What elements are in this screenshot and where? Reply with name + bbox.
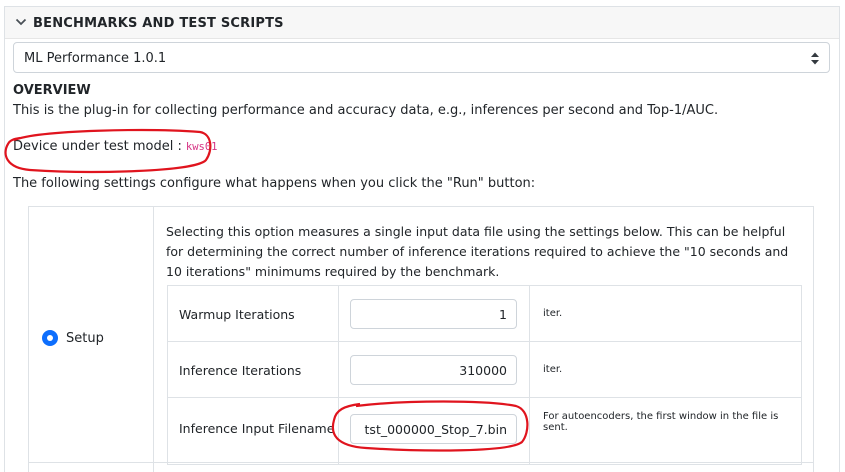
overview-heading: OVERVIEW xyxy=(13,83,91,98)
plugin-select-value: ML Performance 1.0.1 xyxy=(24,51,167,66)
warmup-iterations-label: Warmup Iterations xyxy=(179,307,295,322)
dut-label: Device under test model : xyxy=(13,139,182,154)
mode-table: Setup Selecting this option measures a s… xyxy=(28,206,814,472)
dut-model: kws01 xyxy=(185,141,218,153)
table-row: Inference Input Filename For autoencoder… xyxy=(168,398,801,464)
setup-settings-table: Warmup Iterations iter. Inference Iterat… xyxy=(167,285,802,465)
sort-arrows-icon xyxy=(811,52,819,65)
column-divider xyxy=(153,207,154,472)
input-filename-note: For autoencoders, the first window in th… xyxy=(543,411,779,433)
section-header[interactable]: BENCHMARKS AND TEST SCRIPTS xyxy=(5,7,839,39)
chevron-down-icon[interactable] xyxy=(15,16,27,28)
input-filename-label: Inference Input Filename xyxy=(179,421,335,436)
plugin-select[interactable]: ML Performance 1.0.1 xyxy=(13,42,830,73)
inference-iterations-label: Inference Iterations xyxy=(179,363,302,378)
table-row: Inference Iterations iter. xyxy=(168,342,801,398)
setup-radio-label[interactable]: Setup xyxy=(66,331,104,346)
inference-iterations-input[interactable] xyxy=(350,355,517,385)
setup-description: Selecting this option measures a single … xyxy=(166,224,789,279)
dut-line: Device under test model : kws01 xyxy=(13,139,218,154)
warmup-iterations-unit: iter. xyxy=(543,308,563,319)
section-title: BENCHMARKS AND TEST SCRIPTS xyxy=(33,16,284,31)
setup-radio[interactable] xyxy=(42,330,58,346)
input-filename-input[interactable] xyxy=(350,414,517,444)
inference-iterations-unit: iter. xyxy=(543,364,563,375)
warmup-iterations-input[interactable] xyxy=(350,299,517,329)
overview-description: This is the plug-in for collecting perfo… xyxy=(13,103,719,118)
settings-intro: The following settings configure what ha… xyxy=(13,176,536,191)
table-row: Warmup Iterations iter. xyxy=(168,286,801,342)
